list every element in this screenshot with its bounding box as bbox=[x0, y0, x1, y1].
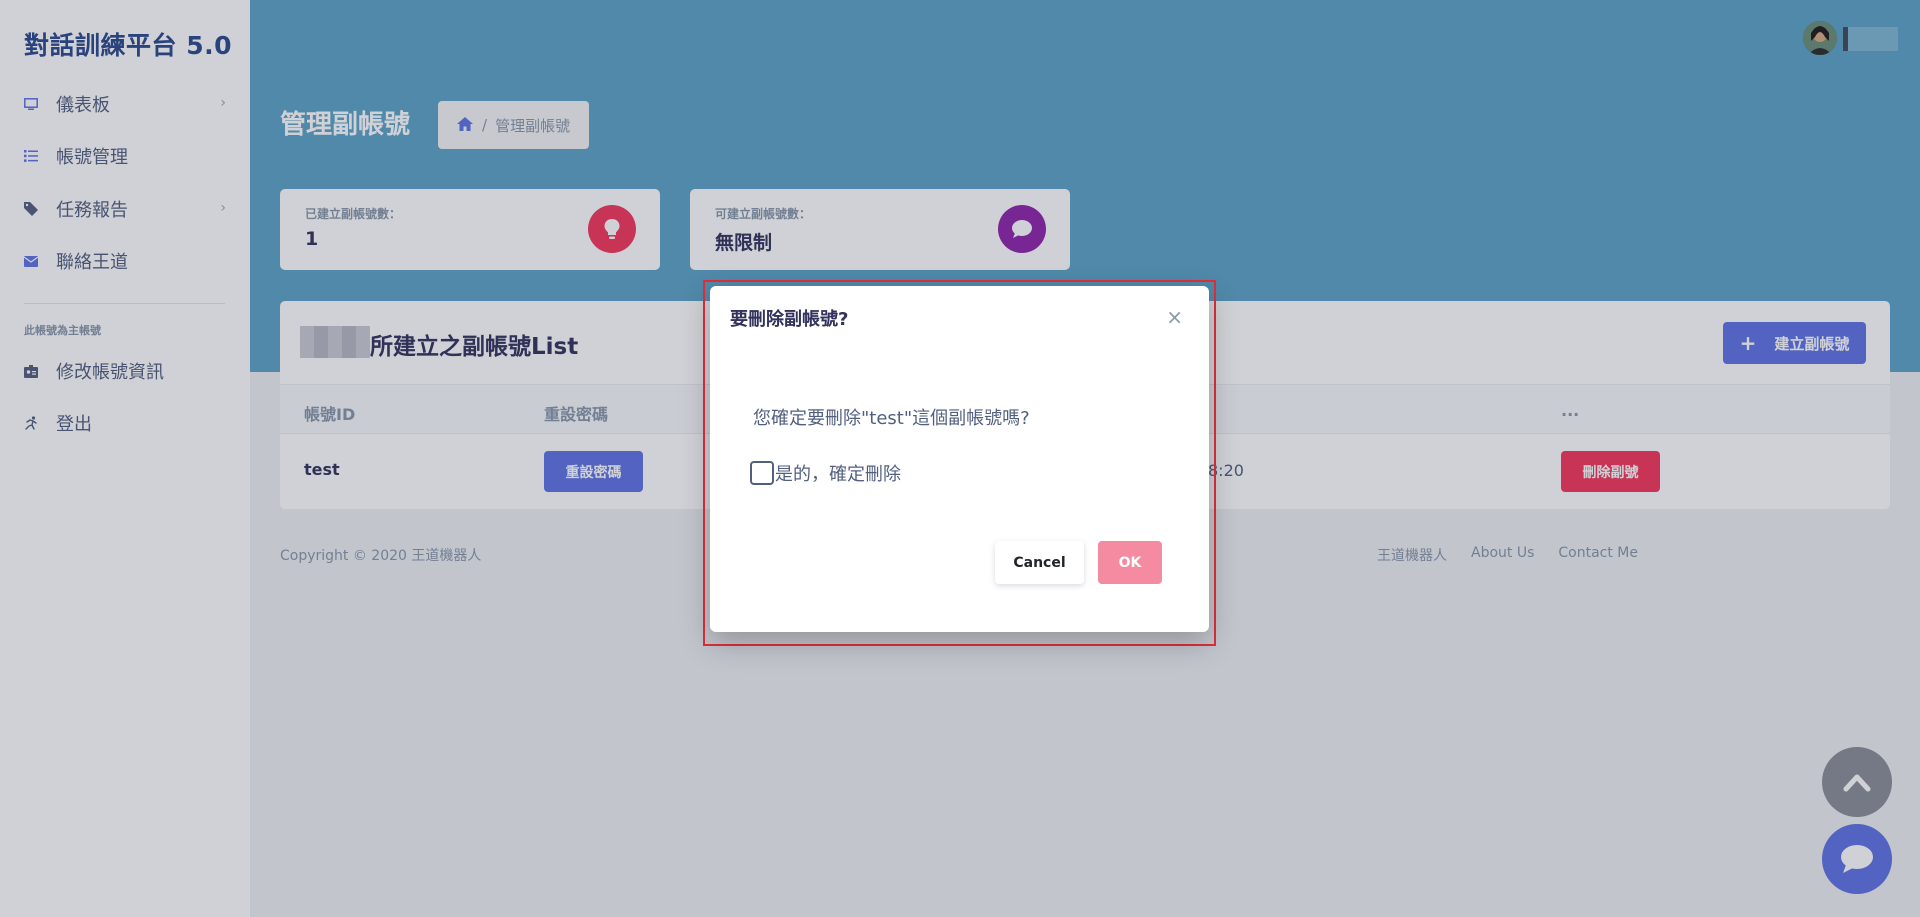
dialog-message: 您確定要刪除"test"這個副帳號嗎? bbox=[753, 408, 1030, 429]
ok-button[interactable]: OK bbox=[1098, 541, 1162, 584]
cancel-button[interactable]: Cancel bbox=[995, 541, 1084, 584]
dialog-title: 要刪除副帳號? bbox=[730, 309, 849, 330]
delete-confirm-dialog: 要刪除副帳號? × 您確定要刪除"test"這個副帳號嗎? 是的，確定刪除 Ca… bbox=[710, 286, 1209, 632]
confirm-delete-checkbox-row[interactable]: 是的，確定刪除 bbox=[750, 460, 901, 486]
confirm-delete-label[interactable]: 是的，確定刪除 bbox=[775, 460, 901, 486]
confirm-delete-checkbox[interactable] bbox=[750, 461, 774, 485]
close-icon[interactable]: × bbox=[1166, 305, 1183, 329]
